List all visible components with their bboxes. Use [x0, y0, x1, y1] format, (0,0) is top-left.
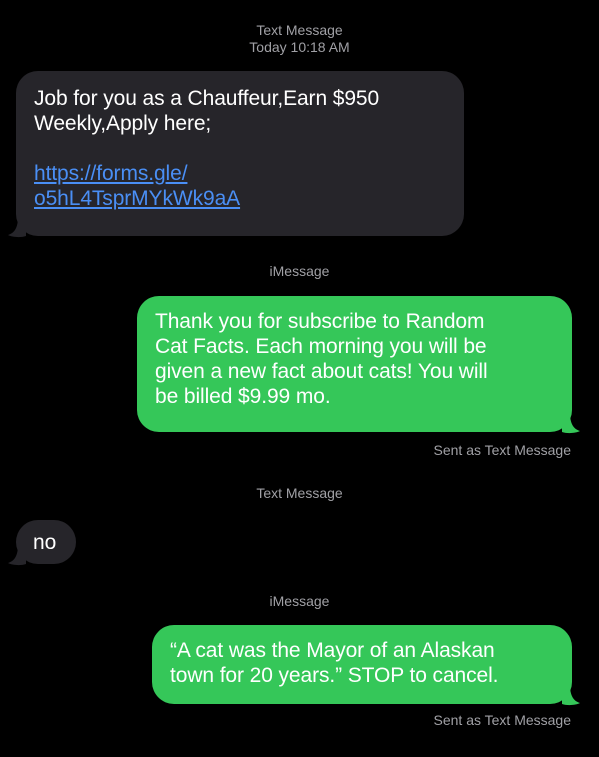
message-text-line: be billed $9.99 mo. [155, 385, 331, 408]
service-label-text: Text Message [256, 485, 343, 501]
bubble-tail-icon [8, 220, 26, 238]
message-link[interactable]: o5hL4TsprMYkWk9aA [34, 186, 446, 211]
message-text-line: town for 20 years.” STOP to cancel. [170, 664, 499, 687]
service-label-text: iMessage [269, 263, 330, 279]
message-text-line: Thank you for subscribe to Random [155, 310, 485, 333]
service-label: Text Message [256, 22, 343, 38]
service-label: Text Message [0, 485, 599, 502]
message-text-line: given a new fact about cats! You will [155, 360, 488, 383]
message-text-line: Weekly,Apply here; [34, 112, 212, 135]
conversation-header: Text Message Today 10:18 AM [0, 22, 599, 56]
message-text-line: Job for you as a Chauffeur,Earn $950 [34, 87, 380, 110]
bubble-tail-icon [562, 416, 580, 434]
delivery-status: Sent as Text Message [433, 712, 571, 728]
timestamp: Today 10:18 AM [249, 39, 350, 55]
bubble-tail-icon [8, 548, 26, 566]
outgoing-message-bubble[interactable]: “A cat was the Mayor of an Alaskan town … [152, 625, 572, 704]
message-link[interactable]: https://forms.gle/ [34, 161, 446, 186]
bubble-tail-icon [562, 688, 580, 706]
message-text-line: “A cat was the Mayor of an Alaskan [170, 639, 495, 662]
service-label-text: iMessage [269, 593, 330, 609]
message-text: no [33, 531, 57, 554]
incoming-message-bubble[interactable]: Job for you as a Chauffeur,Earn $950 Wee… [16, 71, 464, 236]
service-label: iMessage [0, 593, 599, 610]
delivery-status: Sent as Text Message [433, 442, 571, 458]
message-text-line: Cat Facts. Each morning you will be [155, 335, 487, 358]
service-label: iMessage [0, 263, 599, 280]
outgoing-message-bubble[interactable]: Thank you for subscribe to Random Cat Fa… [137, 296, 572, 432]
